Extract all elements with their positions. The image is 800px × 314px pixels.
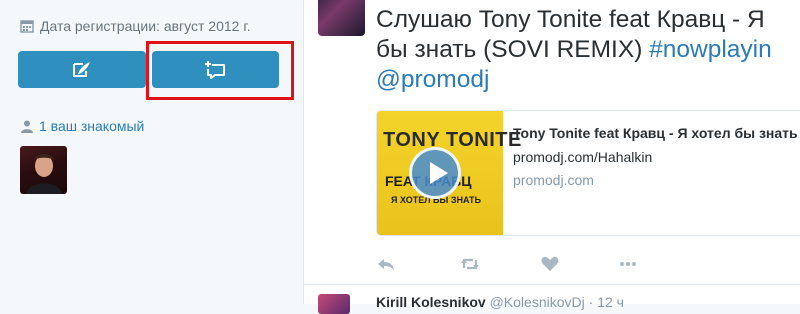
profile-sidebar: Дата регистрации: август 2012 г. 1 ваш з… (0, 0, 300, 304)
calendar-icon (20, 20, 34, 33)
reply-icon[interactable] (376, 254, 396, 274)
thumb-title: TONY TONITE (383, 129, 522, 151)
card-domain: promodj.com (513, 172, 594, 188)
next-tweet-avatar[interactable] (318, 294, 350, 314)
mention-link[interactable]: @promodj (376, 65, 800, 95)
join-date: Дата регистрации: август 2012 г. (20, 18, 251, 34)
next-tweet-handle[interactable]: @KolesnikovDj · 12 ч (490, 294, 624, 310)
friend-avatar[interactable] (20, 146, 67, 194)
tweet-to-icon (73, 61, 90, 77)
join-date-text: Дата регистрации: август 2012 г. (40, 18, 251, 34)
tweet-text-line1: Слушаю Tony Tonite feat Кравц - Я (376, 6, 765, 33)
tweet-divider (304, 284, 800, 285)
hashtag-link[interactable]: #nowplayin (649, 36, 772, 63)
retweet-icon[interactable] (460, 254, 480, 274)
media-card[interactable]: TONY TONITE FEAT КРАВЦ Я ХОТЕЛ БЫ ЗНАТЬ … (376, 110, 800, 236)
tweet-text-line2-plain: бы знать (SOVI REMIX) (376, 36, 650, 63)
more-icon[interactable] (618, 254, 638, 274)
play-icon[interactable] (409, 147, 461, 199)
tweet-text: Слушаю Tony Tonite feat Кравц - Я бы зна… (376, 5, 800, 95)
highlight-box (146, 41, 294, 100)
like-icon[interactable] (540, 254, 560, 274)
person-icon (21, 120, 33, 133)
next-tweet-author[interactable]: Kirill Kolesnikov (376, 294, 486, 310)
tweet-author-avatar[interactable] (318, 0, 365, 36)
followers-you-know-link[interactable]: 1 ваш знакомый (20, 118, 144, 134)
card-thumbnail[interactable]: TONY TONITE FEAT КРАВЦ Я ХОТЕЛ БЫ ЗНАТЬ (377, 111, 521, 235)
tweet-text-line2: бы знать (SOVI REMIX) #nowplayin (376, 35, 800, 65)
card-description: promodj.com/Hahalkin (513, 149, 653, 165)
followers-you-know-text: 1 ваш знакомый (39, 118, 145, 134)
next-tweet-header: Kirill Kolesnikov @KolesnikovDj · 12 ч (376, 294, 624, 310)
tweet-to-button[interactable] (18, 51, 146, 88)
tweet-stream: Слушаю Tony Tonite feat Кравц - Я бы зна… (303, 0, 800, 314)
card-title[interactable]: Tony Tonite feat Кравц - Я хотел бы знат… (513, 125, 798, 141)
friend-avatar-image (26, 154, 62, 194)
